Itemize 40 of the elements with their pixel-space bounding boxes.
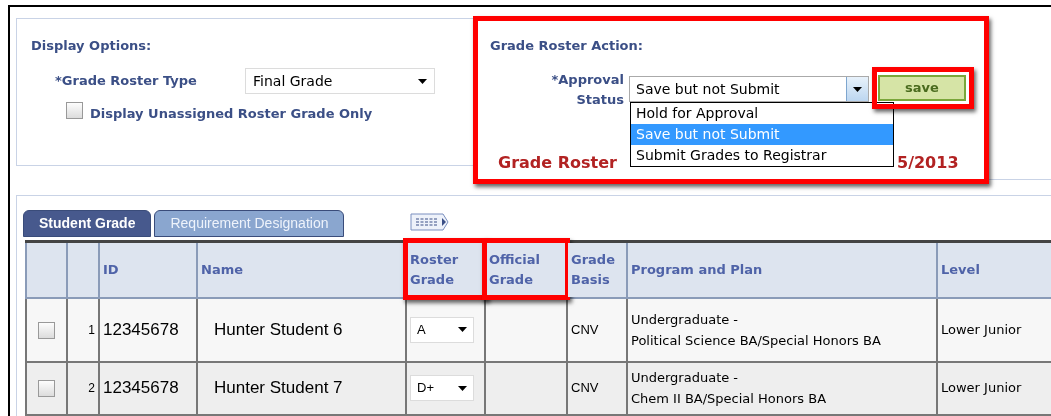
- row-number: 2: [67, 361, 99, 415]
- caret-icon: [853, 86, 862, 92]
- status-text: 5/2013: [897, 152, 959, 174]
- column-header: Program and Plan: [627, 241, 937, 298]
- checkbox[interactable]: [38, 380, 55, 397]
- caret-icon: [418, 78, 427, 84]
- dropdown-option[interactable]: Hold for Approval: [631, 103, 893, 124]
- table-cell: 12345678: [99, 361, 197, 415]
- table-cell: Hunter Student 6: [197, 297, 406, 362]
- checkbox[interactable]: [66, 102, 83, 119]
- column-header: Grade Basis: [567, 241, 627, 298]
- table-cell: CNV: [567, 361, 627, 415]
- table-cell: CNV: [567, 297, 627, 362]
- table-cell: Hunter Student 7: [197, 361, 406, 415]
- checkbox[interactable]: [38, 321, 55, 339]
- save-button[interactable]: save: [878, 75, 966, 101]
- row-number: 1: [67, 297, 99, 362]
- dropdown-option[interactable]: Submit Grades to Registrar: [631, 145, 893, 166]
- checkbox-label: Display Unassigned Roster Grade Only: [90, 105, 373, 123]
- grade-select[interactable]: A: [410, 316, 474, 343]
- field-label: *Grade Roster Type: [55, 72, 197, 90]
- table-cell: Undergraduate - Political Science BA/Special Honors BA: [627, 297, 937, 362]
- table-cell: Undergraduate - Chem II BA/Special Honors BA: [627, 361, 937, 415]
- column-header: Official Grade: [485, 241, 567, 298]
- section-title: Display Options:: [31, 37, 152, 55]
- caret-icon: [458, 385, 467, 391]
- status-text: Grade Roster: [498, 152, 617, 174]
- tab[interactable]: Student Grade: [23, 210, 152, 237]
- section-title: Grade Roster Action:: [490, 37, 643, 55]
- table-cell: 12345678: [99, 297, 197, 362]
- column-header: Level: [937, 241, 1051, 298]
- grid-view-icon[interactable]: [410, 212, 450, 232]
- column-header: Name: [197, 241, 406, 298]
- grade-select[interactable]: D+: [410, 375, 474, 401]
- approval-status-select[interactable]: Save but not Submit: [629, 76, 869, 102]
- field-label: *Approval Status: [550, 71, 624, 109]
- column-header: ID: [99, 241, 197, 298]
- caret-icon: [458, 327, 467, 332]
- column-header: Roster Grade: [406, 241, 485, 298]
- roster-type-select[interactable]: Final Grade: [245, 68, 435, 94]
